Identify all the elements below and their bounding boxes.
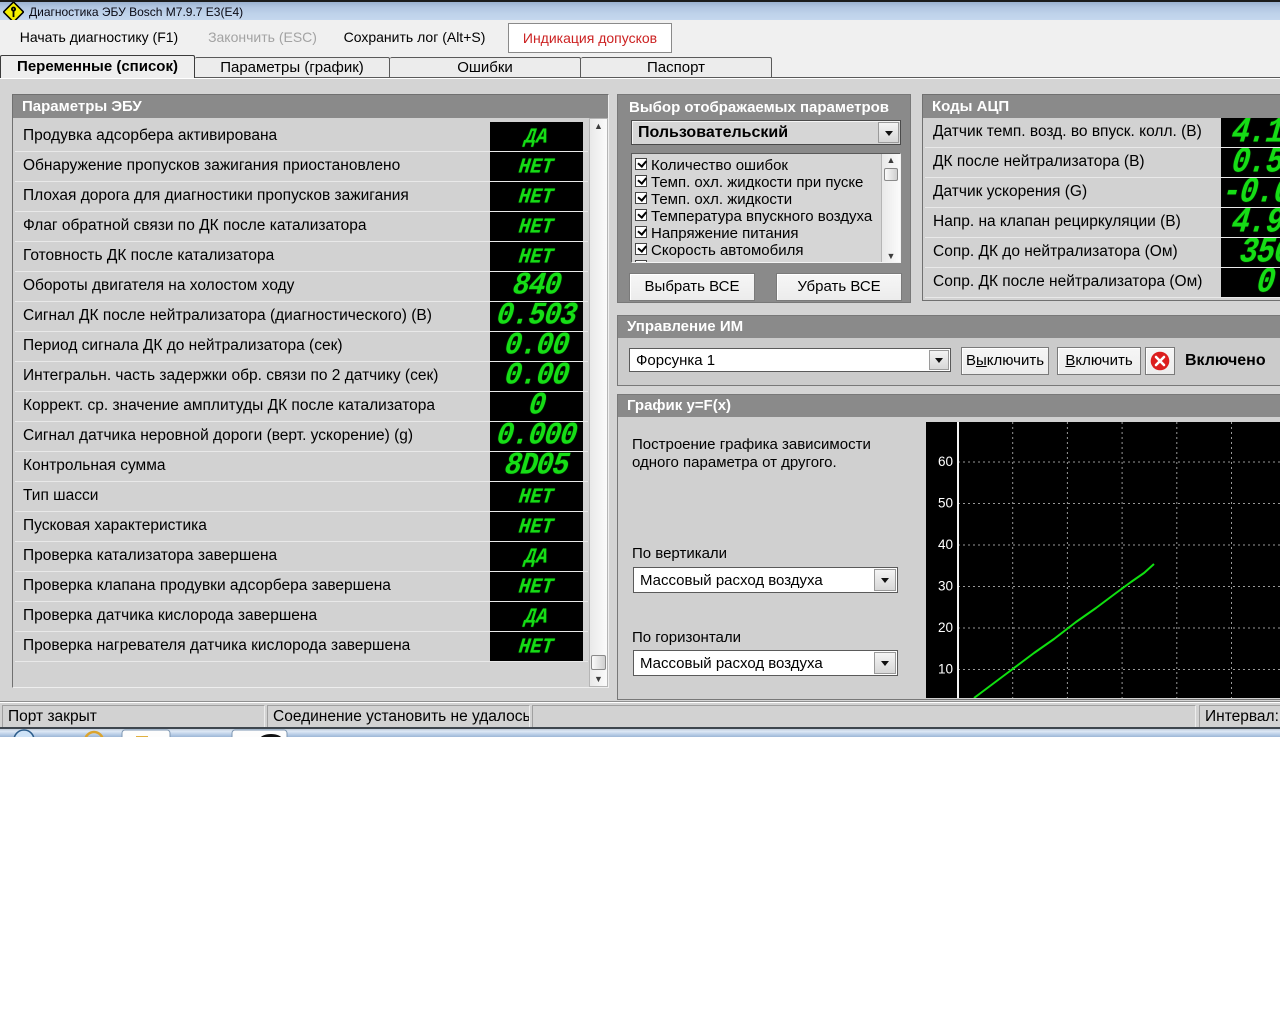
svg-text:50: 50 bbox=[938, 496, 953, 511]
svg-text:40: 40 bbox=[938, 537, 953, 552]
svg-text:30: 30 bbox=[938, 579, 953, 594]
svg-text:10: 10 bbox=[938, 662, 953, 677]
svg-text:20: 20 bbox=[938, 620, 953, 635]
svg-text:60: 60 bbox=[938, 454, 953, 469]
